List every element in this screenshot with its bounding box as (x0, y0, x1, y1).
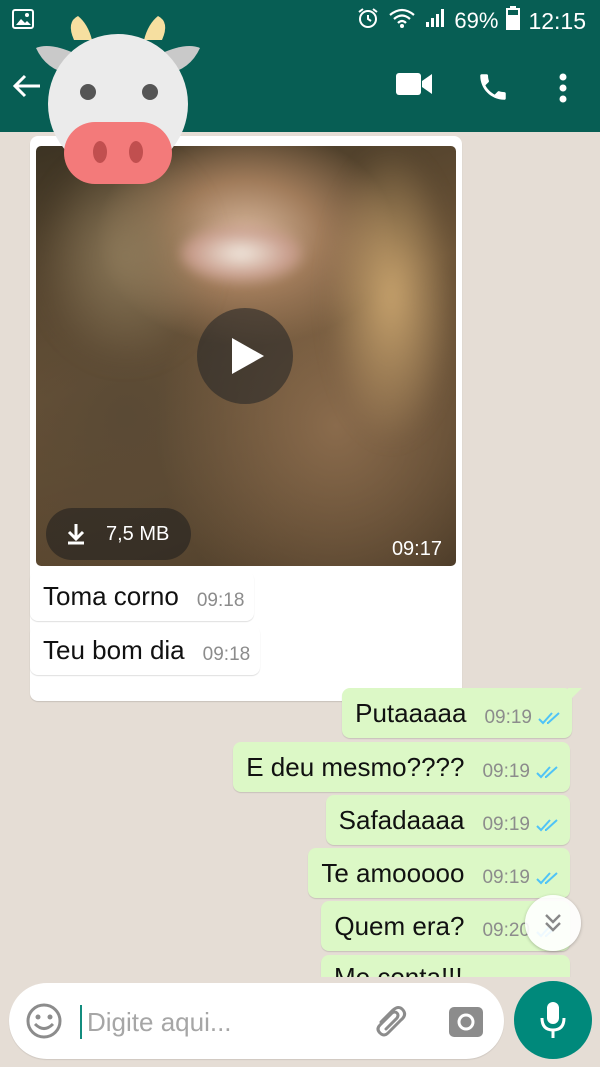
message-text: Putaaaaa (355, 697, 467, 728)
voice-call-icon[interactable] (476, 70, 510, 109)
message-input[interactable]: Digite aqui... (9, 983, 504, 1059)
scroll-to-bottom-button[interactable] (525, 895, 581, 951)
file-size: 7,5 MB (106, 522, 170, 545)
microphone-icon (540, 1002, 566, 1038)
wifi-icon (388, 7, 416, 35)
message-time: 09:19 (482, 814, 530, 835)
text-cursor (80, 1005, 82, 1039)
gallery-icon (12, 9, 34, 34)
message-time: 09:19 (484, 707, 532, 728)
message-text: Toma corno (43, 580, 179, 611)
battery-icon (506, 6, 521, 36)
message-time: 09:18 (196, 590, 245, 611)
message-text: Quem era? (334, 910, 465, 941)
incoming-message[interactable]: Toma corno 09:18 (30, 571, 255, 621)
clock: 12:15 (528, 7, 586, 34)
message-text: Safadaaaa (338, 804, 465, 835)
video-thumbnail[interactable]: 7,5 MB 09:17 (36, 146, 456, 566)
message-time: 09:17 (391, 538, 442, 560)
message-text: Me conta!!! (334, 962, 463, 977)
attach-icon[interactable] (371, 1002, 409, 1045)
outgoing-message[interactable]: E deu mesmo???? 09:19 (233, 742, 570, 792)
more-options-icon[interactable] (556, 72, 570, 109)
play-icon (232, 338, 264, 374)
read-ticks-icon (536, 872, 558, 885)
read-ticks-icon (536, 819, 558, 832)
signal-icon (424, 8, 446, 34)
message-time: 09:18 (202, 644, 251, 665)
download-icon (67, 524, 85, 545)
input-placeholder: Digite aqui... (87, 1007, 232, 1037)
message-text: Teu bom dia (43, 634, 185, 665)
emoji-icon[interactable] (25, 1002, 63, 1045)
outgoing-message[interactable]: Te amooooo 09:19 (308, 848, 570, 898)
double-chevron-down-icon (545, 914, 561, 932)
download-button[interactable]: 7,5 MB (46, 508, 191, 560)
play-button[interactable] (197, 308, 293, 404)
outgoing-message[interactable]: Me conta!!! (321, 955, 570, 977)
incoming-message[interactable]: Teu bom dia 09:18 (30, 625, 261, 675)
alarm-icon (356, 6, 380, 36)
video-call-icon[interactable] (395, 70, 433, 103)
outgoing-message[interactable]: Putaaaaa 09:19 (342, 688, 582, 738)
voice-message-button[interactable] (514, 981, 592, 1059)
cow-sticker (36, 12, 200, 192)
message-time: 09:19 (482, 867, 530, 888)
composer: Digite aqui... (0, 977, 600, 1067)
message-time: 09:19 (482, 761, 530, 782)
battery-percent: 69% (454, 8, 499, 33)
message-time: 09:20 (482, 920, 530, 941)
read-ticks-icon (538, 712, 560, 725)
message-text: Te amooooo (321, 857, 465, 888)
read-ticks-icon (536, 766, 558, 779)
chat-area[interactable]: 7,5 MB 09:17 Toma corno 09:18 Teu bom di… (0, 132, 600, 977)
outgoing-message[interactable]: Safadaaaa 09:19 (325, 795, 570, 845)
message-text: E deu mesmo???? (246, 751, 465, 782)
camera-icon[interactable] (447, 1002, 485, 1045)
